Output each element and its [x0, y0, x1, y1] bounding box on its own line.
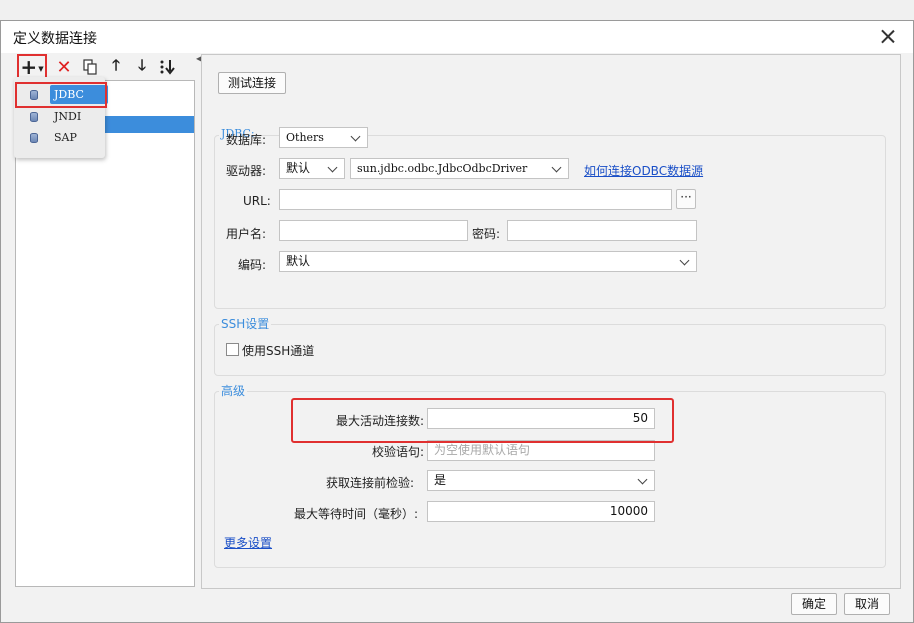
test-before-value: 是	[434, 473, 447, 487]
chevron-down-icon	[348, 129, 365, 146]
chevron-down-icon	[677, 253, 694, 270]
driver-class-select[interactable]: sun.jdbc.odbc.JdbcOdbcDriver	[350, 158, 569, 179]
max-wait-input[interactable]: 10000	[427, 501, 655, 522]
menu-item-jndi[interactable]: JNDI	[14, 107, 105, 127]
encoding-label: 编码:	[238, 258, 267, 272]
chevron-down-icon	[549, 160, 566, 177]
ssh-group: SSH设置	[214, 315, 886, 376]
driver-mode-value: 默认	[286, 161, 311, 175]
delete-icon[interactable]: ✕	[53, 56, 75, 78]
password-label: 密码:	[472, 227, 501, 241]
max-active-input[interactable]: 50	[427, 408, 655, 429]
database-icon	[30, 112, 38, 122]
move-up-icon[interactable]: 🡑	[105, 56, 127, 78]
use-ssh-checkbox[interactable]	[226, 343, 239, 356]
database-value: Others	[286, 131, 324, 144]
password-input[interactable]	[507, 220, 697, 241]
database-icon	[30, 133, 38, 143]
odbc-help-link[interactable]: 如何连接ODBC数据源	[584, 162, 703, 179]
encoding-select[interactable]: 默认	[279, 251, 697, 272]
sort-icon[interactable]	[157, 56, 179, 78]
browse-url-button[interactable]: ···	[676, 189, 696, 209]
driver-mode-select[interactable]: 默认	[279, 158, 345, 179]
driver-label: 驱动器:	[226, 164, 267, 178]
encoding-value: 默认	[286, 254, 311, 268]
caret-down-icon: ▼	[38, 65, 44, 73]
use-ssh-label: 使用SSH通道	[242, 344, 315, 358]
database-label: 数据库:	[226, 133, 267, 147]
cancel-button[interactable]: 取消	[844, 593, 890, 615]
database-select[interactable]: Others	[279, 127, 368, 148]
max-wait-label: 最大等待时间（毫秒）:	[293, 507, 418, 521]
dialog-titlebar: 定义数据连接	[1, 21, 913, 53]
database-icon	[30, 90, 38, 100]
ssh-legend: SSH设置	[219, 315, 272, 332]
move-down-icon[interactable]: 🡓	[131, 56, 153, 78]
dialog-title: 定义数据连接	[13, 31, 97, 47]
menu-item-label: JDBC	[50, 85, 108, 104]
test-connection-button[interactable]: 测试连接	[218, 72, 286, 94]
background-toolbar	[0, 0, 914, 22]
add-connection-menu: JDBC JNDI SAP	[14, 77, 108, 158]
more-settings-link[interactable]: 更多设置	[224, 534, 272, 551]
test-before-label: 获取连接前检验:	[325, 476, 414, 490]
menu-item-jdbc[interactable]: JDBC	[14, 85, 108, 105]
close-icon[interactable]	[877, 26, 899, 48]
plus-icon: +	[20, 55, 38, 79]
chevron-down-icon	[325, 160, 342, 177]
url-label: URL:	[243, 194, 271, 208]
validation-query-input[interactable]: 为空使用默认语句	[427, 440, 655, 461]
advanced-legend: 高级	[219, 382, 248, 399]
menu-item-label: JNDI	[54, 110, 82, 123]
max-active-label: 最大活动连接数:	[335, 414, 424, 428]
username-label: 用户名:	[226, 227, 267, 241]
define-data-connection-dialog: 定义数据连接 + ▼ ✕ 🡑 🡓 ◀ 测试连接 JDBC: SSH设置 高级 确…	[0, 20, 914, 623]
copy-icon[interactable]	[79, 56, 101, 78]
ok-button[interactable]: 确定	[791, 593, 837, 615]
validation-query-label: 校验语句:	[371, 445, 424, 459]
test-before-select[interactable]: 是	[427, 470, 655, 491]
menu-item-sap[interactable]: SAP	[14, 128, 105, 148]
chevron-down-icon	[635, 472, 652, 489]
url-input[interactable]	[279, 189, 672, 210]
driver-class-value: sun.jdbc.odbc.JdbcOdbcDriver	[357, 162, 528, 175]
username-input[interactable]	[279, 220, 468, 241]
menu-item-label: SAP	[54, 131, 77, 144]
